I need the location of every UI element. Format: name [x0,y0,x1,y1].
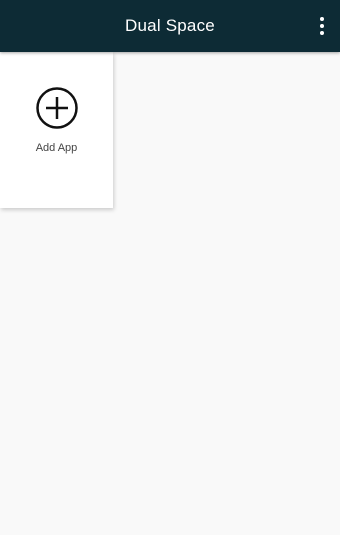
menu-dot [320,17,324,21]
add-app-tile[interactable]: Add App [0,52,113,208]
menu-dot [320,31,324,35]
more-vert-icon[interactable] [314,12,330,40]
menu-dot [320,24,324,28]
app-bar: Dual Space [0,0,340,52]
app-title: Dual Space [125,16,215,35]
add-circle-icon [36,87,78,129]
app-grid: Add App [0,52,340,535]
add-app-label: Add App [35,142,78,154]
